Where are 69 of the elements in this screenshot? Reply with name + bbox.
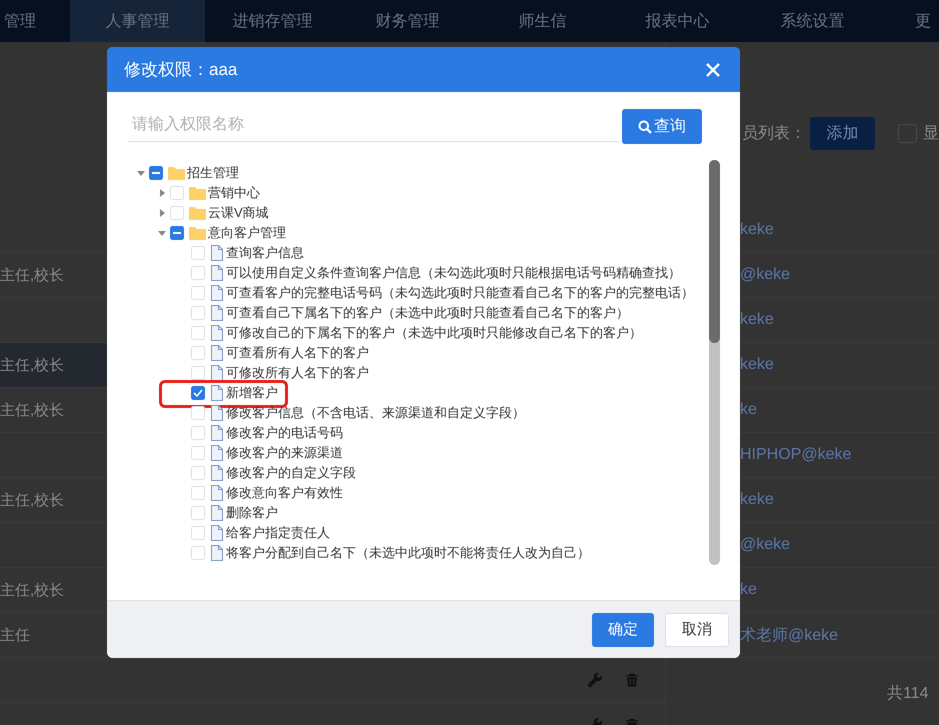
close-icon[interactable]	[706, 62, 720, 76]
document-icon	[210, 385, 224, 401]
document-icon	[210, 345, 224, 361]
nav-tab[interactable]: 系统设置	[745, 0, 880, 42]
tree-node-label[interactable]: 招生管理	[187, 165, 239, 180]
tree-node-label[interactable]: 修改意向客户有效性	[226, 485, 343, 500]
document-icon	[210, 425, 224, 441]
document-icon	[210, 365, 224, 381]
folder-icon	[189, 206, 206, 220]
tree-node-label[interactable]: 修改客户的自定义字段	[226, 465, 356, 480]
checkbox-label: 显	[923, 124, 939, 144]
tree-node-label[interactable]: 云课V商城	[208, 205, 269, 220]
document-icon	[210, 525, 224, 541]
total-count: 共114	[886, 684, 930, 704]
tree-node-label[interactable]: 可以使用自定义条件查询客户信息（未勾选此项时只能根据电话号码精确查找）	[226, 265, 681, 280]
nav-tab[interactable]: 财务管理	[340, 0, 475, 42]
roles-cell: 主任,校长	[0, 492, 64, 508]
document-icon	[210, 245, 224, 261]
nav-tab[interactable]: 更	[880, 0, 939, 42]
tree-checkbox[interactable]	[149, 166, 163, 180]
cancel-button[interactable]: 取消	[665, 612, 729, 646]
tree-node-label[interactable]: 查询客户信息	[226, 245, 304, 260]
folder-icon	[189, 186, 206, 200]
document-icon	[210, 545, 224, 561]
tree-node-label[interactable]: 意向客户管理	[208, 225, 286, 240]
document-icon	[210, 465, 224, 481]
tree-checkbox[interactable]	[191, 386, 205, 400]
document-icon	[210, 265, 224, 281]
tree-node-label[interactable]: 可修改所有人名下的客户	[226, 365, 369, 380]
tree-node-label[interactable]: 营销中心	[208, 185, 260, 200]
folder-icon	[168, 166, 185, 180]
trash-icon[interactable]	[625, 672, 639, 688]
document-icon	[210, 325, 224, 341]
tree-node-label[interactable]: 新增客户	[226, 385, 278, 400]
document-icon	[210, 305, 224, 321]
tree-node-label[interactable]: 将客户分配到自己名下（未选中此项时不能将责任人改为自己）	[226, 545, 590, 560]
document-icon	[210, 285, 224, 301]
roles-cell: 主任,校长	[0, 402, 64, 418]
document-icon	[210, 405, 224, 421]
tree-checkbox[interactable]	[170, 226, 184, 240]
tree-node-label[interactable]: 修改客户信息（不含电话、来源渠道和自定义字段）	[226, 405, 525, 420]
tree-node-label[interactable]: 给客户指定责任人	[226, 525, 330, 540]
member-list-title: 员列表：	[742, 124, 806, 144]
dialog-title: 修改权限：aaa	[124, 59, 238, 81]
search-button[interactable]: 查询	[622, 109, 702, 144]
confirm-button[interactable]: 确定	[592, 612, 654, 646]
tree-node-label[interactable]: 可查看所有人名下的客户	[226, 345, 369, 360]
tree-node-label[interactable]: 删除客户	[226, 505, 278, 520]
nav-tab[interactable]: 报表中心	[610, 0, 745, 42]
tree-node-label[interactable]: 修改客户的来源渠道	[226, 445, 343, 460]
document-icon	[210, 505, 224, 521]
roles-cell: 主任	[0, 626, 30, 644]
folder-icon	[189, 226, 206, 240]
tree-node-label[interactable]: 可修改自己的下属名下的客户（未选中此项时只能修改自己名下的客户）	[226, 325, 642, 340]
search-icon	[638, 120, 652, 134]
nav-tab[interactable]: 进销存管理	[205, 0, 340, 42]
document-icon	[210, 445, 224, 461]
roles-cell: 主任,校长	[0, 582, 64, 598]
wrench-icon[interactable]	[587, 672, 603, 688]
roles-cell: 主任,校长	[0, 356, 64, 374]
roles-cell: 主任,校长	[0, 266, 64, 284]
tree-node-label[interactable]: 可查看自己下属名下的客户（未选中此项时只能查看自己名下的客户）	[226, 305, 629, 320]
tree-node-label[interactable]: 修改客户的电话号码	[226, 425, 343, 440]
nav-tab[interactable]: 管理	[0, 0, 70, 42]
tree-node-label[interactable]: 可查看客户的完整电话号码（未勾选此项时只能查看自己名下的客户的完整电话）	[226, 285, 694, 300]
add-button[interactable]: 添加	[810, 117, 875, 150]
document-icon	[210, 485, 224, 501]
nav-tab[interactable]: 师生信	[475, 0, 610, 42]
scrollbar[interactable]	[709, 160, 720, 565]
